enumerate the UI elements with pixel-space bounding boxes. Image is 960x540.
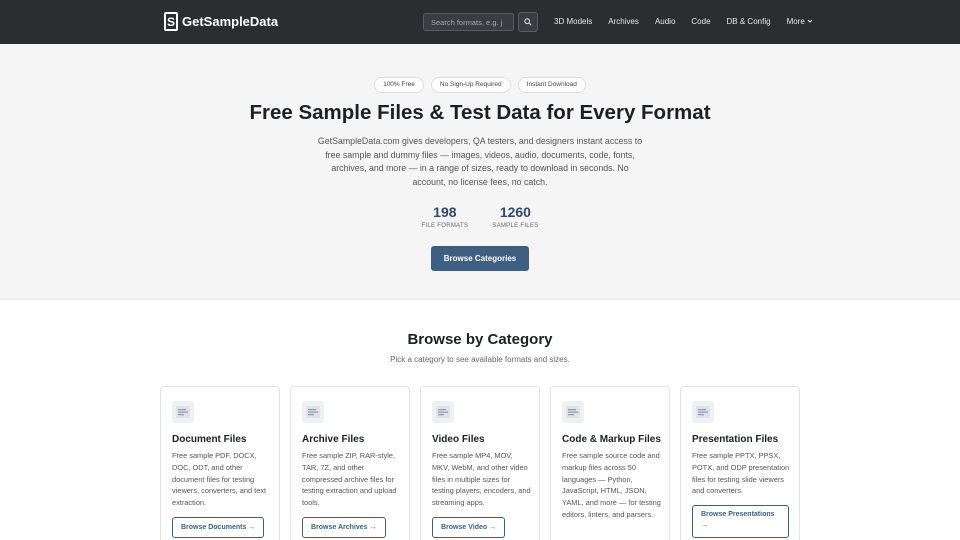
nav-link-3d-models[interactable]: 3D Models bbox=[554, 17, 592, 26]
nav-more-label: More bbox=[786, 17, 805, 26]
nav-link-archives[interactable]: Archives bbox=[608, 17, 639, 26]
nav-link-code[interactable]: Code bbox=[691, 17, 710, 26]
badge-instant-download: Instant Download bbox=[517, 77, 586, 93]
category-card-video: Video Files Free sample MP4, MOV, MKV, W… bbox=[420, 386, 540, 540]
card-description: Free sample source code and markup files… bbox=[562, 451, 661, 519]
card-title: Archive Files bbox=[302, 434, 365, 445]
nav-links: 3D Models Archives Audio Code DB & Confi… bbox=[554, 17, 813, 26]
video-icon bbox=[432, 401, 454, 423]
code-icon bbox=[562, 401, 584, 423]
hero-stats: 198 FILE FORMATS 1260 SAMPLE FILES bbox=[0, 204, 960, 229]
category-card-documents: Document Files Free sample PDF, DOCX, DO… bbox=[160, 386, 280, 540]
badge-no-signup: No Sign-Up Required bbox=[430, 77, 511, 93]
stat-value: 198 bbox=[433, 204, 457, 220]
nav-link-more[interactable]: More bbox=[787, 17, 813, 26]
categories-subtitle: Pick a category to see available formats… bbox=[390, 355, 570, 364]
card-description: Free sample ZIP, RAR-style, TAR, 7Z, and… bbox=[302, 451, 397, 508]
stat-label: FILE FORMATS bbox=[421, 223, 469, 229]
top-navbar: S GetSampleData 3D Models Archives Audio… bbox=[0, 0, 960, 44]
browse-archives-button[interactable]: Browse Archives → bbox=[302, 517, 386, 538]
card-title: Document Files bbox=[172, 434, 247, 445]
card-title: Code & Markup Files bbox=[562, 434, 661, 445]
hero-description: GetSampleData.com gives developers, QA t… bbox=[317, 136, 643, 187]
archive-icon bbox=[302, 401, 324, 423]
document-icon bbox=[172, 401, 194, 423]
search-input[interactable] bbox=[423, 13, 514, 31]
card-description: Free sample PPTX, PPSX, POTX, and ODP pr… bbox=[692, 451, 790, 496]
card-description: Free sample PDF, DOCX, DOC, ODT, and oth… bbox=[172, 451, 267, 508]
search-icon bbox=[524, 18, 532, 26]
browse-categories-button[interactable]: Browse Categories bbox=[431, 246, 529, 271]
browse-video-button[interactable]: Browse Video → bbox=[432, 517, 506, 538]
card-description: Free sample MP4, MOV, MKV, WebM, and oth… bbox=[432, 451, 531, 508]
category-cards: Document Files Free sample PDF, DOCX, DO… bbox=[160, 386, 800, 540]
browse-documents-button[interactable]: Browse Documents → bbox=[172, 517, 265, 538]
hero-title: Free Sample Files & Test Data for Every … bbox=[249, 101, 711, 124]
stat-value: 1260 bbox=[499, 204, 531, 220]
categories-title: Browse by Category bbox=[407, 331, 553, 348]
logo-icon: S bbox=[164, 12, 178, 31]
category-card-code: Code & Markup Files Free sample source c… bbox=[550, 386, 670, 540]
browse-presentations-button[interactable]: Browse Presentations → bbox=[692, 505, 789, 538]
card-title: Video Files bbox=[432, 434, 485, 445]
nav-link-db-config[interactable]: DB & Config bbox=[727, 17, 771, 26]
chevron-down-icon bbox=[807, 19, 813, 23]
stat-label: SAMPLE FILES bbox=[492, 223, 539, 229]
brand-link[interactable]: S GetSampleData bbox=[164, 12, 278, 31]
search-button[interactable] bbox=[518, 12, 538, 32]
brand-name: GetSampleData bbox=[182, 14, 279, 29]
stat-sample-files: 1260 SAMPLE FILES bbox=[492, 204, 538, 229]
badge-free: 100% Free bbox=[374, 77, 424, 93]
category-card-presentations: Presentation Files Free sample PPTX, PPS… bbox=[680, 386, 800, 540]
category-card-archives: Archive Files Free sample ZIP, RAR-style… bbox=[290, 386, 410, 540]
stat-file-formats: 198 FILE FORMATS bbox=[421, 204, 468, 229]
nav-link-audio[interactable]: Audio bbox=[655, 17, 675, 26]
hero-badges: 100% Free No Sign-Up Required Instant Do… bbox=[0, 77, 960, 93]
hero-section: 100% Free No Sign-Up Required Instant Do… bbox=[0, 44, 960, 300]
card-title: Presentation Files bbox=[692, 434, 779, 445]
presentation-icon bbox=[692, 401, 714, 423]
